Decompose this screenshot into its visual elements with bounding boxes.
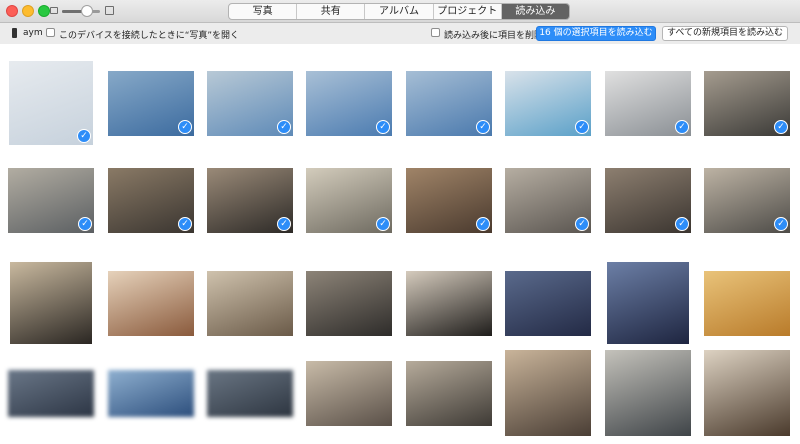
photo-oyster-hand[interactable] xyxy=(306,361,392,426)
photo-oyster-tray[interactable] xyxy=(406,361,492,426)
selected-check-icon[interactable]: ✓ xyxy=(77,129,91,143)
photo-person-sleeping[interactable]: ✓ xyxy=(505,168,591,233)
tab-albums[interactable]: アルバム xyxy=(365,4,434,19)
photo-oysters-on-grill[interactable]: ✓ xyxy=(8,168,94,233)
photo-seagulls-sky[interactable]: ✓ xyxy=(9,61,93,145)
photo-dusk-mountain-lamp[interactable] xyxy=(607,262,689,344)
photo-oysters-with-greens[interactable] xyxy=(704,350,790,436)
tab-import[interactable]: 読み込み xyxy=(501,4,569,19)
selected-check-icon[interactable]: ✓ xyxy=(675,120,689,134)
import-bar: aym このデバイスを接続したときに“写真”を開く 読み込み後に項目を削除 16… xyxy=(0,23,800,45)
selected-check-icon[interactable]: ✓ xyxy=(575,120,589,134)
window-titlebar: 写真 共有 アルバム プロジェクト 読み込み xyxy=(0,0,800,23)
photo-friends-at-table[interactable]: ✓ xyxy=(108,168,194,233)
selected-check-icon[interactable]: ✓ xyxy=(774,217,788,231)
tab-shared[interactable]: 共有 xyxy=(297,4,366,19)
selected-check-icon[interactable]: ✓ xyxy=(476,217,490,231)
selected-check-icon[interactable]: ✓ xyxy=(675,217,689,231)
selected-check-icon[interactable]: ✓ xyxy=(178,217,192,231)
phone-icon xyxy=(12,28,17,38)
selected-check-icon[interactable]: ✓ xyxy=(575,217,589,231)
tab-photos[interactable]: 写真 xyxy=(229,4,298,19)
selected-check-icon[interactable]: ✓ xyxy=(376,120,390,134)
open-on-connect-label: このデバイスを接続したときに“写真”を開く xyxy=(59,31,240,41)
photo-blurred-people[interactable] xyxy=(207,370,293,417)
photo-harbor-island[interactable]: ✓ xyxy=(207,71,293,136)
slider-knob[interactable] xyxy=(80,5,93,17)
photo-grilled-oysters[interactable] xyxy=(207,271,293,336)
photo-rice-with-oysters[interactable] xyxy=(10,262,92,344)
photo-beer-glass[interactable] xyxy=(704,271,790,336)
device-name: aym xyxy=(23,28,43,38)
selected-check-icon[interactable]: ✓ xyxy=(774,120,788,134)
view-tabs: 写真 共有 アルバム プロジェクト 読み込み xyxy=(228,3,570,20)
selected-check-icon[interactable]: ✓ xyxy=(277,217,291,231)
small-thumbnail-icon xyxy=(50,7,58,14)
photo-phone-over-sea[interactable]: ✓ xyxy=(505,71,591,136)
photo-oyster-on-shell[interactable] xyxy=(406,271,492,336)
photo-restaurant-storefront[interactable]: ✓ xyxy=(704,71,790,136)
zoom-window-button[interactable] xyxy=(38,5,50,17)
tab-projects[interactable]: プロジェクト xyxy=(434,4,502,19)
selected-check-icon[interactable]: ✓ xyxy=(376,217,390,231)
open-on-connect-checkbox[interactable] xyxy=(46,28,55,37)
photo-phone-in-hand[interactable]: ✓ xyxy=(605,71,691,136)
photo-person-holding-oyster[interactable] xyxy=(505,350,591,436)
selected-check-icon[interactable]: ✓ xyxy=(78,217,92,231)
photo-blurred-landscape[interactable] xyxy=(108,370,194,417)
thumbnail-size-slider[interactable] xyxy=(62,5,100,17)
photo-seagulls-mount-fuji[interactable]: ✓ xyxy=(108,71,194,136)
photo-oyster-closeup[interactable]: ✓ xyxy=(306,168,392,233)
selected-check-icon[interactable]: ✓ xyxy=(277,120,291,134)
photo-grid: ✓ ✓ ✓ ✓ ✓ ✓ ✓ ✓ ✓ ✓ ✓ ✓ ✓ ✓ ✓ ✓ xyxy=(0,44,800,444)
import-all-new-button[interactable]: すべての新規項目を読み込む xyxy=(662,26,788,41)
photo-dusk-street-lamp[interactable] xyxy=(505,271,591,336)
large-thumbnail-icon xyxy=(105,6,114,15)
photo-scallop-shell[interactable] xyxy=(108,271,194,336)
photo-blurred-group[interactable] xyxy=(8,370,94,417)
photo-seagulls-sea-2[interactable]: ✓ xyxy=(406,71,492,136)
photo-people-dining[interactable]: ✓ xyxy=(406,168,492,233)
selected-check-icon[interactable]: ✓ xyxy=(178,120,192,134)
photo-oyster-bowl[interactable]: ✓ xyxy=(704,168,790,233)
import-selected-button[interactable]: 16 個の選択項目を読み込む xyxy=(536,26,656,41)
close-window-button[interactable] xyxy=(6,5,18,17)
minimize-window-button[interactable] xyxy=(22,5,34,17)
photo-friends-eating[interactable]: ✓ xyxy=(207,168,293,233)
photo-seagulls-sea[interactable]: ✓ xyxy=(306,71,392,136)
photo-oyster-pile[interactable] xyxy=(306,271,392,336)
photo-oyster-plate[interactable] xyxy=(605,350,691,436)
photo-friends-drinking[interactable]: ✓ xyxy=(605,168,691,233)
delete-after-import-checkbox[interactable] xyxy=(431,28,440,37)
delete-after-import-label: 読み込み後に項目を削除 xyxy=(444,31,544,41)
selected-check-icon[interactable]: ✓ xyxy=(476,120,490,134)
